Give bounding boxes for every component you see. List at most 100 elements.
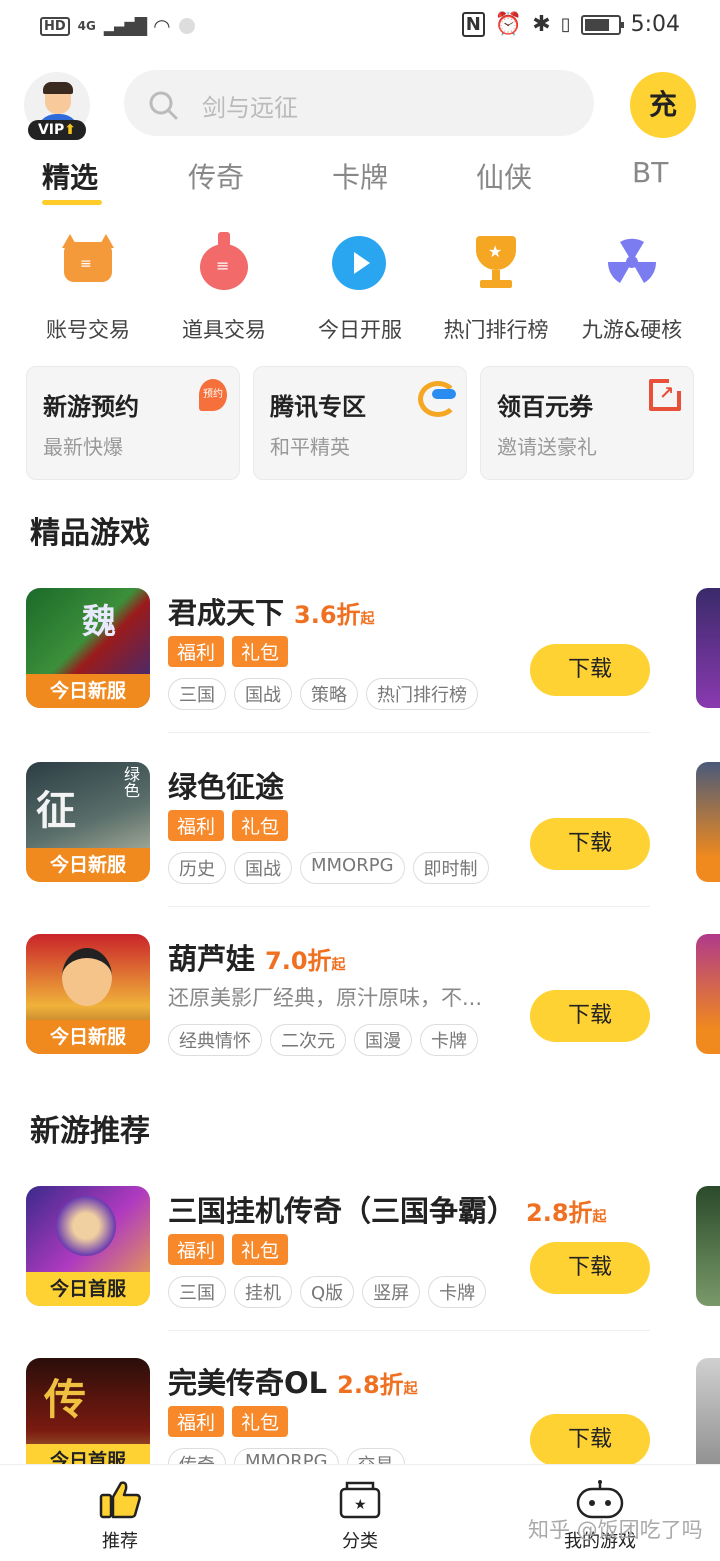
promo-title: 腾讯专区 bbox=[270, 393, 366, 421]
quick-label: 账号交易 bbox=[46, 318, 130, 342]
status-bar: HD 4G ▂▄▆█ ◠ N ⏰ ✱ ▯ 5:04 bbox=[0, 0, 720, 56]
promo-card-new-games[interactable]: 新游预约 最新快爆 预约 bbox=[26, 366, 240, 480]
thumbs-up-icon bbox=[99, 1481, 141, 1519]
quick-today-servers[interactable]: 今日开服 bbox=[292, 226, 428, 344]
game-tag[interactable]: Q版 bbox=[300, 1276, 355, 1308]
game-row[interactable]: 今日新服 葫芦娃 7.0折起 还原美影厂经典，原汁原味，不... 经典情怀 二次元… bbox=[0, 934, 720, 1074]
game-tag[interactable]: 二次元 bbox=[270, 1024, 346, 1056]
new-server-band: 今日新服 bbox=[26, 848, 150, 882]
tag-list: 经典情怀 二次元 国漫 卡牌 bbox=[168, 1024, 478, 1056]
promo-card-tencent[interactable]: 腾讯专区 和平精英 bbox=[253, 366, 467, 480]
bluetooth-icon: ✱ bbox=[532, 12, 551, 37]
game-tag[interactable]: 卡牌 bbox=[420, 1024, 478, 1056]
recharge-button[interactable]: 充 bbox=[630, 72, 696, 138]
quick-hot-ranking[interactable]: ★ 热门排行榜 bbox=[428, 226, 564, 344]
badge-list: 福利 礼包 bbox=[168, 810, 289, 841]
promo-subtitle: 邀请送豪礼 bbox=[497, 435, 597, 459]
new-server-band: 今日新服 bbox=[26, 674, 150, 708]
game-title: 君成天下 3.6折起 bbox=[168, 590, 375, 632]
game-tag[interactable]: 历史 bbox=[168, 852, 226, 884]
download-button[interactable]: 下载 bbox=[530, 818, 650, 870]
game-row[interactable]: 魏 今日新服 君成天下 3.6折起 福利 礼包 三国 国战 策略 热门排行榜 下载 bbox=[0, 588, 720, 728]
game-tag[interactable]: 三国 bbox=[168, 678, 226, 710]
badge-list: 福利 礼包 bbox=[168, 1406, 289, 1437]
search-placeholder: 剑与远征 bbox=[202, 94, 298, 122]
bottom-nav: 推荐 ★ 分类 我的游戏 bbox=[0, 1464, 720, 1561]
game-title: 葫芦娃 7.0折起 bbox=[168, 936, 346, 978]
download-button[interactable]: 下载 bbox=[530, 1242, 650, 1294]
game-name: 完美传奇OL bbox=[168, 1366, 328, 1400]
vip-badge[interactable]: VIP⬆ bbox=[28, 120, 86, 140]
tab-legend[interactable]: 传奇 bbox=[188, 156, 244, 196]
game-title: 绿色征途 bbox=[168, 764, 284, 806]
game-tag[interactable]: 即时制 bbox=[412, 852, 489, 884]
promo-card-coupon[interactable]: 领百元券 邀请送豪礼 ↗ bbox=[480, 366, 694, 480]
hd-indicator: HD bbox=[40, 16, 70, 36]
tab-featured[interactable]: 精选 bbox=[42, 156, 98, 196]
search-icon bbox=[149, 91, 178, 120]
tab-cards[interactable]: 卡牌 bbox=[332, 156, 388, 196]
download-button[interactable]: 下载 bbox=[530, 990, 650, 1042]
game-tag[interactable]: 卡牌 bbox=[428, 1276, 487, 1308]
quick-jiuyou-hardcore[interactable]: 九游&硬核 bbox=[564, 226, 700, 344]
game-name: 葫芦娃 bbox=[168, 942, 256, 976]
game-thumbnail[interactable]: 传 今日首服 bbox=[26, 1358, 150, 1478]
promo-subtitle: 最新快爆 bbox=[43, 435, 123, 459]
gift-badge: 礼包 bbox=[232, 1406, 289, 1437]
notification-dot-icon bbox=[178, 18, 195, 34]
game-tag[interactable]: 国战 bbox=[234, 852, 292, 884]
discount-value: 2.8折 bbox=[526, 1199, 593, 1227]
game-tag[interactable]: MMORPG bbox=[300, 852, 405, 884]
game-tag[interactable]: 挂机 bbox=[234, 1276, 292, 1308]
game-tag[interactable]: 经典情怀 bbox=[168, 1024, 262, 1056]
game-thumbnail[interactable]: 今日首服 bbox=[26, 1186, 150, 1306]
next-card-peek bbox=[696, 762, 720, 882]
game-tag[interactable]: 竖屏 bbox=[362, 1276, 421, 1308]
discount-label: 7.0折起 bbox=[265, 947, 346, 975]
promo-title: 领百元券 bbox=[497, 393, 593, 421]
badge-list: 福利 礼包 bbox=[168, 1234, 289, 1265]
first-server-band: 今日首服 bbox=[26, 1272, 150, 1306]
devil-bag-icon: ≡ bbox=[58, 232, 118, 292]
clock: 5:04 bbox=[630, 12, 680, 37]
game-tag[interactable]: 三国 bbox=[168, 1276, 226, 1308]
quick-item-trade[interactable]: ≡ 道具交易 bbox=[156, 226, 292, 344]
svg-text:★: ★ bbox=[354, 1497, 367, 1513]
game-thumbnail[interactable]: 征 绿色 今日新服 bbox=[26, 762, 150, 882]
gamepad-icon bbox=[576, 1480, 624, 1519]
game-thumbnail[interactable]: 今日新服 bbox=[26, 934, 150, 1054]
game-name: 君成天下 bbox=[168, 596, 285, 630]
game-row[interactable]: 征 绿色 今日新服 绿色征途 福利 礼包 历史 国战 MMORPG 即时制 下载 bbox=[0, 762, 720, 902]
reserve-icon-label: 预约 bbox=[203, 389, 223, 400]
game-row[interactable]: 今日首服 三国挂机传奇（三国争霸） 2.8折起 福利 礼包 三国 挂机 Q版 竖屏… bbox=[0, 1186, 720, 1326]
nav-category[interactable]: ★ 分类 bbox=[300, 1479, 420, 1553]
vibrate-icon: ▯ bbox=[560, 14, 571, 35]
row-divider bbox=[168, 732, 650, 733]
game-tag[interactable]: 国漫 bbox=[354, 1024, 412, 1056]
tab-bt[interactable]: BT bbox=[632, 156, 668, 189]
discount-value: 2.8折 bbox=[337, 1371, 404, 1399]
row-divider bbox=[168, 906, 650, 907]
section-title-featured: 精品游戏 bbox=[30, 516, 150, 551]
promo-subtitle: 和平精英 bbox=[270, 435, 350, 459]
search-bar[interactable]: 剑与远征 bbox=[124, 70, 594, 136]
tag-list: 历史 国战 MMORPG 即时制 bbox=[168, 852, 489, 884]
game-tag[interactable]: 热门排行榜 bbox=[366, 678, 478, 710]
quick-account-trade[interactable]: ≡ 账号交易 bbox=[20, 226, 156, 344]
discount-suffix: 起 bbox=[592, 1209, 607, 1225]
gift-badge: 礼包 bbox=[232, 636, 289, 667]
next-card-peek bbox=[696, 1186, 720, 1306]
download-button[interactable]: 下载 bbox=[530, 1414, 650, 1466]
tab-xianxia[interactable]: 仙侠 bbox=[476, 156, 532, 196]
nav-recommend[interactable]: 推荐 bbox=[60, 1479, 180, 1553]
quick-label: 今日开服 bbox=[318, 318, 402, 342]
game-tag[interactable]: 国战 bbox=[234, 678, 292, 710]
game-thumbnail[interactable]: 魏 今日新服 bbox=[26, 588, 150, 708]
thumbnail-art-text: 魏 bbox=[82, 602, 116, 642]
game-tag[interactable]: 策略 bbox=[300, 678, 358, 710]
game-name: 三国挂机传奇（三国争霸） bbox=[168, 1194, 517, 1228]
welfare-badge: 福利 bbox=[168, 810, 225, 841]
game-description: 还原美影厂经典，原汁原味，不... bbox=[168, 986, 483, 1010]
discount-suffix: 起 bbox=[360, 611, 375, 627]
download-button[interactable]: 下载 bbox=[530, 644, 650, 696]
